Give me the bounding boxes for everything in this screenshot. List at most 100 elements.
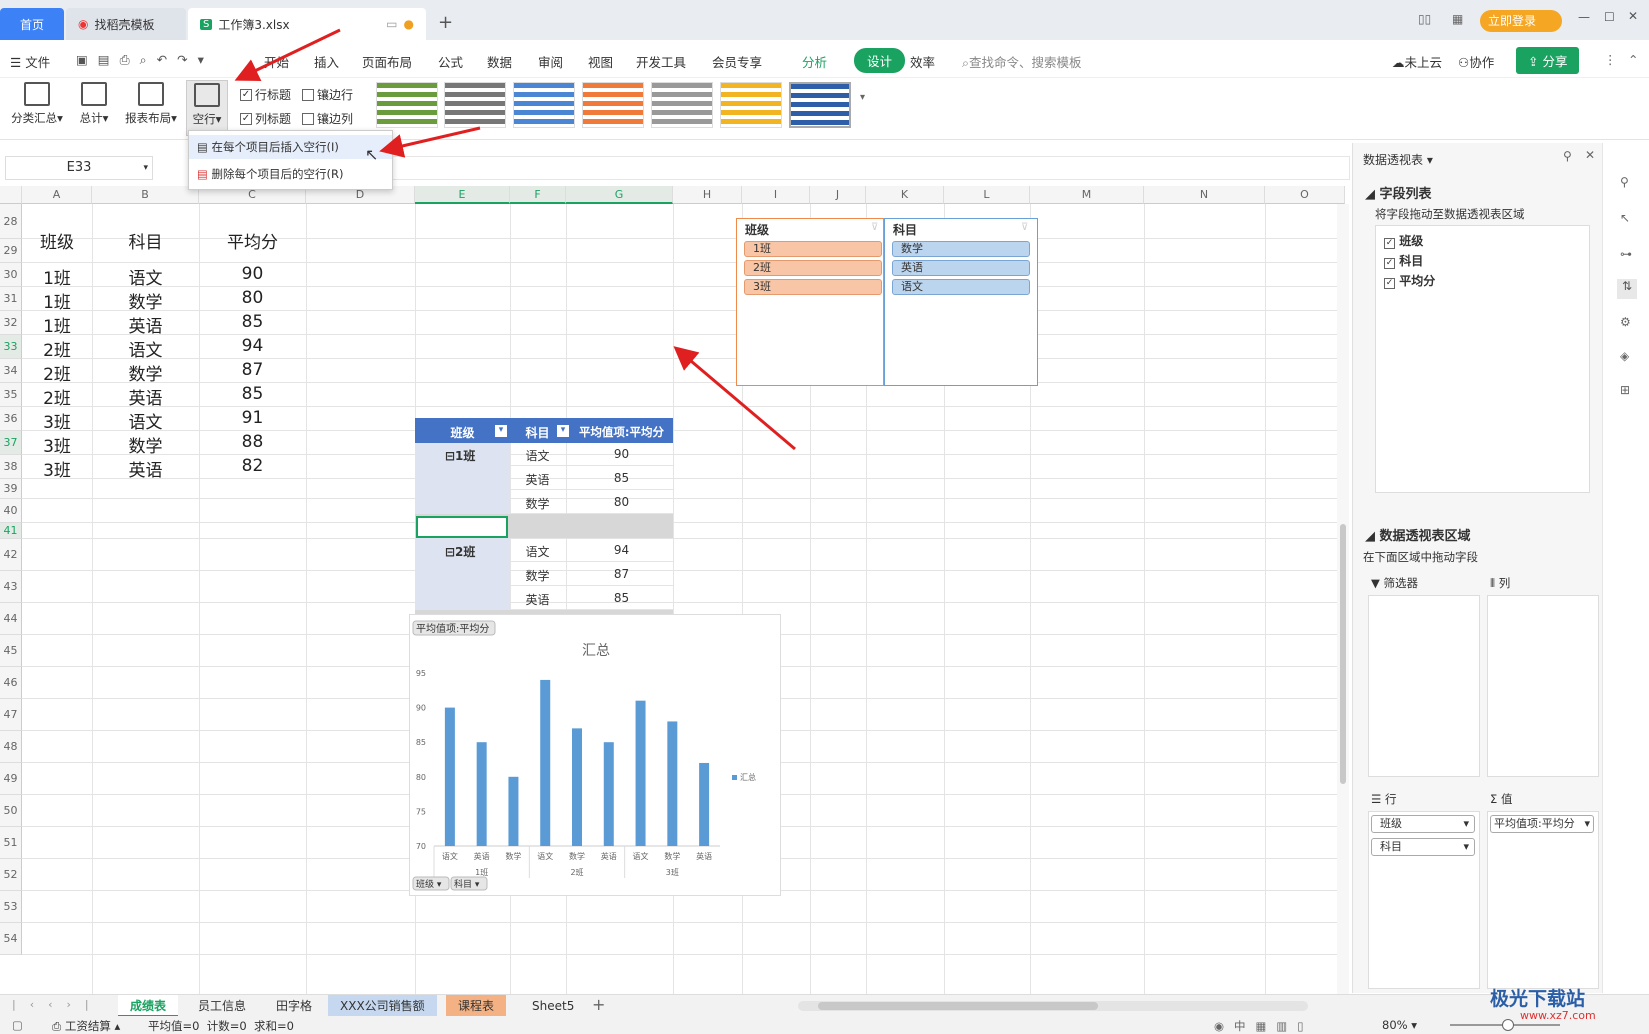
value-field-avg-label: 平均值项:平均分: [1494, 817, 1575, 830]
vertical-scrollbar[interactable]: [1337, 204, 1349, 994]
menu-member[interactable]: 会员专享: [712, 52, 762, 71]
annotation-arrows: [673, 346, 796, 451]
style-more-icon[interactable]: ▾: [860, 92, 865, 103]
menu-developer[interactable]: 开发工具: [636, 52, 686, 71]
more-icon[interactable]: ⋮: [1604, 52, 1617, 67]
style-navy[interactable]: [789, 82, 851, 128]
field-name: 平均分: [1399, 274, 1436, 288]
sheet-tab-employees[interactable]: 员工信息: [186, 995, 258, 1017]
collab-label: 协作: [1469, 55, 1495, 70]
row-drop-area[interactable]: 班级 ▾ 科目 ▾: [1368, 811, 1480, 989]
sheet-tab-scores[interactable]: 成绩表: [118, 995, 179, 1017]
view-mode-icons[interactable]: ◉中▦▥▯: [1214, 1018, 1314, 1034]
value-drop-area[interactable]: 平均值项:平均分 ▾: [1487, 811, 1599, 989]
area-header[interactable]: ◢ 数据透视表区域: [1365, 525, 1471, 544]
row-field-class-label: 班级: [1380, 817, 1402, 830]
row-field-subject[interactable]: 科目 ▾: [1371, 838, 1475, 856]
field-checkbox[interactable]: ✓ 科目: [1384, 252, 1423, 269]
book-icon[interactable]: ⊞: [1620, 383, 1630, 397]
macro-icon: ⎙: [52, 1019, 62, 1033]
value-area-label: Σ 值: [1490, 791, 1512, 807]
field-list-label: 字段列表: [1379, 187, 1432, 202]
field-checkbox[interactable]: ✓ 平均分: [1384, 272, 1435, 289]
menu-analyze[interactable]: 分析: [802, 52, 827, 71]
sheet-tab-bar: |‹‹›| 成绩表 员工信息 田字格 XXX公司销售额 课程表 Sheet5 +: [0, 994, 1649, 1017]
sheet-tab-schedule[interactable]: 课程表: [446, 995, 507, 1017]
location-icon[interactable]: ◈: [1620, 349, 1629, 363]
share-label: 分享: [1542, 54, 1568, 69]
sheet-tab-grid[interactable]: 田字格: [264, 995, 324, 1017]
command-search-label: 查找命令、搜索模板: [969, 55, 1082, 70]
value-label: 值: [1500, 792, 1513, 806]
filter-drop-area[interactable]: [1368, 595, 1480, 777]
field-name: 班级: [1399, 234, 1424, 248]
field-list-header[interactable]: ◢ 字段列表: [1365, 183, 1432, 202]
filter-icon: ▼: [1371, 576, 1380, 590]
panel-title[interactable]: 数据透视表 ▾: [1363, 151, 1433, 168]
add-sheet-icon[interactable]: +: [592, 995, 605, 1014]
close-window-icon[interactable]: ✕: [1628, 9, 1638, 23]
columns-icon: ⦀: [1490, 576, 1496, 590]
command-search[interactable]: ⌕查找命令、搜索模板: [962, 52, 1082, 71]
cursor-select-icon[interactable]: ↖: [1620, 211, 1630, 225]
sheet-tab-sales[interactable]: XXX公司销售额: [328, 995, 437, 1017]
arrow-to-blank-row: [673, 346, 796, 451]
style-yellow[interactable]: [720, 82, 782, 128]
minimize-icon[interactable]: —: [1578, 10, 1590, 24]
chart-settings-icon[interactable]: ⚙: [1620, 315, 1631, 329]
area-hint: 在下面区域中拖动字段: [1363, 550, 1478, 564]
shape-icon[interactable]: ⚲: [1620, 175, 1629, 189]
zoom-slider[interactable]: [1450, 1019, 1560, 1031]
horizontal-scroll-thumb[interactable]: [818, 1002, 1098, 1010]
cloud-button[interactable]: ☁未上云: [1392, 52, 1442, 71]
maximize-icon[interactable]: ☐: [1604, 10, 1615, 24]
horizontal-scrollbar[interactable]: [798, 1001, 1308, 1011]
collapse-ribbon-icon[interactable]: ⌃: [1628, 52, 1638, 67]
sheet-nav-arrows-icon[interactable]: |‹‹›|: [12, 998, 103, 1011]
pivot-panel-icon[interactable]: ⇅: [1617, 279, 1637, 299]
field-name: 科目: [1399, 254, 1424, 268]
view-icon[interactable]: ▢: [12, 1018, 23, 1032]
drag-hint: 将字段拖动至数据透视表区域: [1375, 207, 1525, 221]
sliders-icon[interactable]: ⊶: [1620, 247, 1632, 261]
macro-label: 工资结算: [64, 1019, 111, 1033]
macro-button[interactable]: ⎙ 工资结算 ▴: [52, 1018, 120, 1034]
check-icon: ✓: [1384, 238, 1395, 249]
zoom-level[interactable]: 80% ▾: [1382, 1018, 1417, 1032]
column-drop-area[interactable]: [1487, 595, 1599, 777]
area-title-label: 数据透视表区域: [1379, 529, 1471, 544]
status-bar: ▢ ⎙ 工资结算 ▴ 平均值=0 计数=0 求和=0 ◉中▦▥▯ 80% ▾: [0, 1016, 1649, 1034]
login-button[interactable]: 立即登录: [1480, 10, 1562, 32]
column-label: 列: [1498, 576, 1511, 590]
chevron-down-icon: ▾: [1584, 817, 1590, 830]
arrow-to-insert-item: [379, 126, 481, 158]
search-icon: ⌕: [962, 55, 970, 70]
menu-efficiency[interactable]: 效率: [910, 52, 935, 71]
style-gray[interactable]: [651, 82, 713, 128]
column-area-label: ⦀ 列: [1490, 575, 1510, 591]
row-field-class[interactable]: 班级 ▾: [1371, 815, 1475, 833]
filter-label: 筛选器: [1383, 576, 1419, 590]
field-checkbox[interactable]: ✓ 班级: [1384, 232, 1423, 249]
chevron-down-icon: ▾: [1463, 817, 1469, 830]
watermark-name: 极光下载站: [1490, 988, 1586, 1010]
sheet-tab-sheet5[interactable]: Sheet5: [520, 995, 586, 1017]
collab-icon: ⚇: [1458, 55, 1470, 70]
close-panel-icon[interactable]: ✕: [1585, 148, 1595, 162]
pin-icon[interactable]: ⚲: [1563, 149, 1572, 163]
menu-design[interactable]: 设计: [854, 48, 906, 73]
filter-area-label: ▼ 筛选器: [1371, 575, 1418, 591]
watermark: 极光下载站 www.xz7.com: [1490, 984, 1596, 1022]
share-button[interactable]: ⇪ 分享: [1516, 47, 1580, 74]
value-field-avg[interactable]: 平均值项:平均分 ▾: [1490, 815, 1594, 833]
cloud-label: 未上云: [1404, 55, 1443, 70]
sigma-icon: Σ: [1490, 792, 1498, 806]
window-layout-icon[interactable]: ▯▯: [1418, 12, 1431, 26]
vertical-scroll-thumb[interactable]: [1340, 524, 1346, 784]
spreadsheet-grid[interactable]: ABCDEFGHIJKLMNO 28 29 30 31 32 33 34 35 36 37 38 39…: [0, 186, 1345, 994]
grid-apps-icon[interactable]: ▦: [1452, 12, 1463, 26]
status-stats: 平均值=0 计数=0 求和=0: [148, 1019, 294, 1033]
collab-button[interactable]: ⚇协作: [1458, 52, 1494, 71]
field-list-box: ✓ 班级 ✓ 科目 ✓ 平均分: [1375, 225, 1590, 493]
row-area-label: ☰ 行: [1371, 791, 1396, 807]
